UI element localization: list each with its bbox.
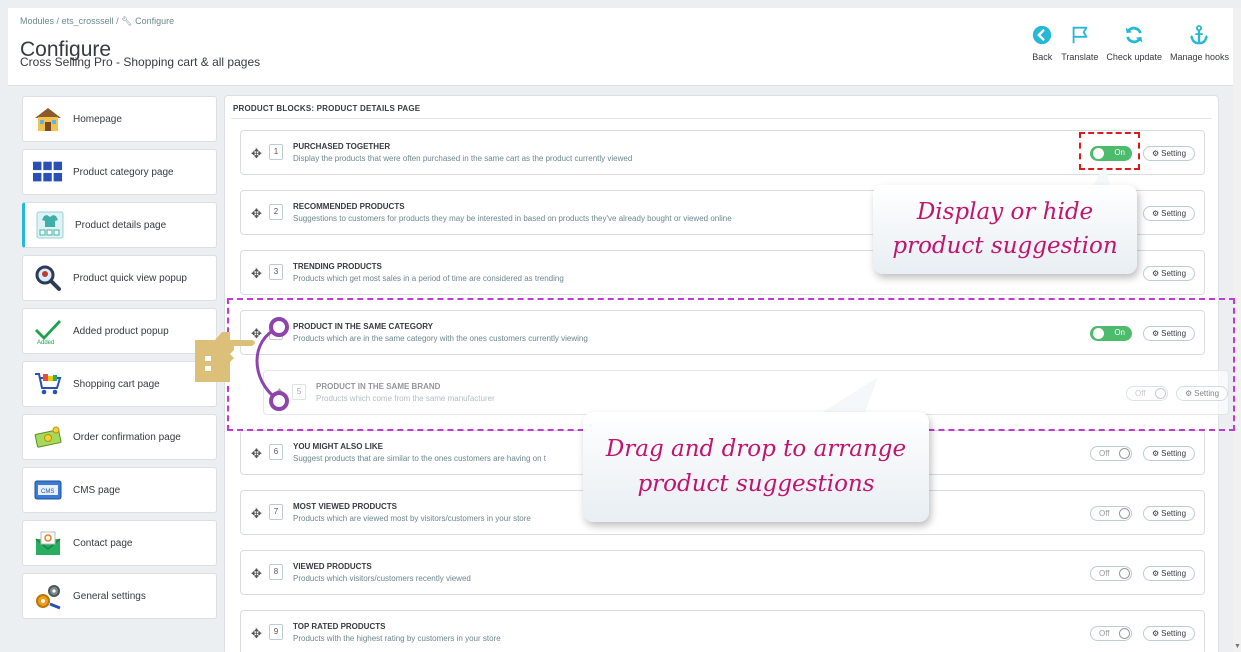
panel-divider [231,118,1212,119]
manage-hooks-button[interactable]: Manage hooks [1166,24,1233,62]
breadcrumb: Modules / ets_crosssell / 🔧︎ Configure [20,16,175,26]
setting-button[interactable]: ⚙ Setting [1143,146,1195,161]
sidebar-item-product-category[interactable]: Product category page [22,149,217,195]
product-block-viewed[interactable]: ✥ 8 VIEWED PRODUCTS Products which visit… [240,550,1205,595]
back-icon [1033,25,1052,45]
magnifier-icon [33,263,63,293]
breadcrumb-configure: Configure [135,16,175,26]
page-header: Modules / ets_crosssell / 🔧︎ Configure C… [8,8,1233,86]
sidebar: Homepage Product category page Product d… [22,96,217,626]
panel-title: PRODUCT BLOCKS: PRODUCT DETAILS PAGE [233,104,421,113]
scroll-down-icon[interactable]: ▼ [1234,643,1241,650]
sidebar-item-cms-page[interactable]: CMS CMS page [22,467,217,513]
drag-handle-icon[interactable]: ✥ [251,566,262,582]
drag-handle-icon[interactable]: ✥ [251,626,262,642]
toggle-switch[interactable]: Off [1090,626,1132,641]
anchor-icon [1190,25,1209,45]
callout-display-hide: Display or hide product suggestion [873,185,1137,274]
gear-icon: ⚙ [1151,629,1160,638]
drag-handle-icon[interactable]: ✥ [251,146,262,162]
money-icon [33,422,63,452]
sidebar-item-added-product-popup[interactable]: Added Added product popup [22,308,217,354]
drag-handle-icon[interactable]: ✥ [251,506,262,522]
toolbar: Back Translate Check update Manage hooks [1027,24,1233,62]
grid-icon [33,157,63,187]
product-block-top-rated[interactable]: ✥ 9 TOP RATED PRODUCTS Products with the… [240,610,1205,652]
sidebar-item-shopping-cart[interactable]: Shopping cart page [22,361,217,407]
product-details-icon [35,210,65,240]
breadcrumb-modules[interactable]: Modules [20,16,54,26]
product-block-purchased-together[interactable]: ✥ 1 PURCHASED TOGETHER Display the produ… [240,130,1205,175]
breadcrumb-module-name[interactable]: ets_crosssell [62,16,114,26]
gear-icon: ⚙ [1151,269,1160,278]
flag-icon [1072,26,1088,44]
setting-button[interactable]: ⚙ Setting [1143,506,1195,521]
svg-text:CMS: CMS [41,489,54,495]
toggle-switch[interactable]: Off [1090,566,1132,581]
setting-button[interactable]: ⚙ Setting [1143,566,1195,581]
sidebar-item-quick-view[interactable]: Product quick view popup [22,255,217,301]
toggle-switch[interactable]: Off [1090,506,1132,521]
setting-button[interactable]: ⚙ Setting [1143,626,1195,641]
house-icon [33,104,63,134]
envelope-icon [33,528,63,558]
gears-icon [33,581,63,611]
callout-drag-drop: Drag and drop to arrange product suggest… [583,412,929,522]
drag-handle-icon[interactable]: ✥ [251,266,262,282]
gear-icon: ⚙ [1151,149,1160,158]
drag-handle-icon[interactable]: ✥ [251,446,262,462]
toggle-switch[interactable]: Off [1090,446,1132,461]
setting-button[interactable]: ⚙ Setting [1143,206,1195,221]
svg-text:Added: Added [37,340,54,345]
drag-handle-icon[interactable]: ✥ [251,206,262,222]
drag-arrow-icon [195,317,289,411]
gear-icon: ⚙ [1151,449,1160,458]
cms-icon: CMS [33,475,63,505]
sidebar-item-product-details[interactable]: Product details page [22,202,217,248]
sidebar-item-homepage[interactable]: Homepage [22,96,217,142]
wrench-icon: 🔧︎ [121,16,133,26]
setting-button[interactable]: ⚙ Setting [1143,446,1195,461]
check-update-button[interactable]: Check update [1102,24,1166,62]
sidebar-item-order-confirmation[interactable]: Order confirmation page [22,414,217,460]
checkmark-icon: Added [33,316,63,346]
refresh-icon [1125,26,1143,44]
setting-button[interactable]: ⚙ Setting [1143,266,1195,281]
gear-icon: ⚙ [1151,209,1160,218]
translate-button[interactable]: Translate [1057,24,1102,62]
gear-icon: ⚙ [1151,569,1160,578]
page-subtitle: Cross Selling Pro - Shopping cart & all … [20,55,261,69]
sidebar-item-contact-page[interactable]: Contact page [22,520,217,566]
back-button[interactable]: Back [1027,24,1057,62]
sidebar-item-general-settings[interactable]: General settings [22,573,217,619]
gear-icon: ⚙ [1151,509,1160,518]
cart-icon [33,369,63,399]
